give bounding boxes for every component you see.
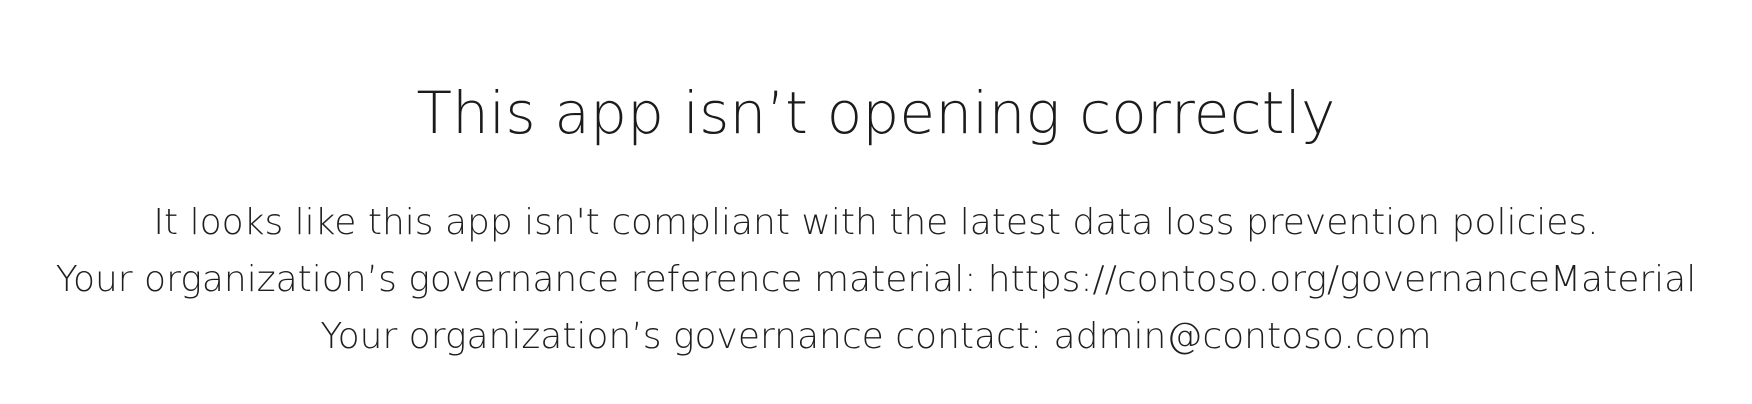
error-panel: This app isn’t opening correctly It look…: [0, 0, 1752, 404]
page-title: This app isn’t opening correctly: [416, 79, 1336, 147]
dlp-compliance-message: It looks like this app isn't compliant w…: [153, 202, 1599, 243]
governance-reference-message: Your organization’s governance reference…: [55, 259, 1697, 300]
governance-contact-message: Your organization’s governance contact: …: [320, 316, 1432, 357]
